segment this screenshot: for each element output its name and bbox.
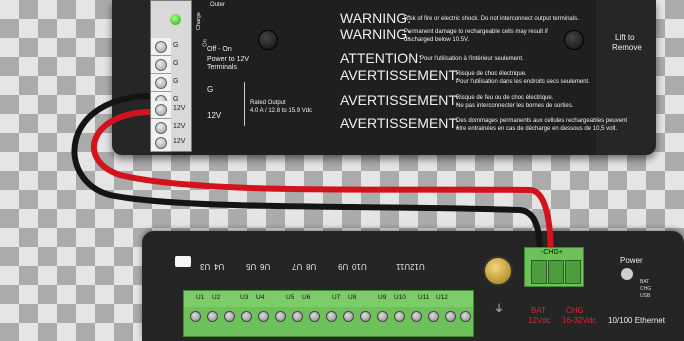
port-label: U9 [378,294,387,301]
fuse-cap [483,256,513,286]
terminal-label: G [173,60,179,67]
upper-port-label: U11 [396,262,411,271]
power-button[interactable] [621,268,633,280]
screw-icon [292,311,303,322]
black-wire [71,93,543,273]
screw-icon [460,311,471,322]
port-label: U6 [302,294,311,301]
screw-icon [377,311,388,322]
port-label: U11 [418,294,430,301]
usb-plug [175,256,191,267]
port-label: U7 [332,294,341,301]
port-label: U5 [286,294,295,301]
port-label: U1 [196,294,205,301]
terminal-cell: G [151,74,178,92]
led-usb-label: USB [640,293,651,299]
charge-led [170,14,181,25]
screw-icon [155,104,167,116]
screw-icon [155,59,167,71]
screw-icon [155,137,167,149]
port-label: U2 [212,294,221,301]
port-label: U3 [240,294,249,301]
screw-icon [309,311,320,322]
upper-port-label: U5 [246,262,257,271]
upper-port-label: U9 [338,262,349,271]
screw-icon [155,41,167,53]
upper-port-label: U7 [292,262,303,271]
screw-icon [343,311,354,322]
terminal-cell: G [151,38,178,56]
led-chg-label: CHG [640,286,652,292]
photo-scene: Outer Charge On Off - On Power to 12V Te… [0,0,684,341]
terminal-label: 12V [173,138,186,145]
chg-label: CHG [566,306,584,315]
bat-volts: 12Vdc [528,316,551,325]
screw-icon [445,311,456,322]
terminal-label: 12V [173,123,186,130]
screw-icon [360,311,371,322]
screw-icon [155,122,167,134]
charge-input-block: -CHG+ [524,247,584,287]
ground-icon: ⏚ [494,304,504,315]
power-label: Power [620,256,643,265]
upper-port-label: U4 [214,262,225,271]
upper-port-label: U3 [200,262,211,271]
upper-port-label: U8 [306,262,317,271]
chg-block-label: -CHG+ [541,249,563,256]
port-label: U12 [436,294,448,301]
bat-label: BAT [531,306,546,315]
chg-volts: 16-32Vdc [562,316,597,325]
screw-icon [258,311,269,322]
port-label: U8 [348,294,357,301]
terminal-label: 12V [173,105,186,112]
screw-icon [275,311,286,322]
screw-icon [155,77,167,89]
screw-icon [411,311,422,322]
screw-icon [241,311,252,322]
screw-icon [428,311,439,322]
screw-icon [394,311,405,322]
screw-icon [326,311,337,322]
terminal-block-bottom: U1 U2 U3 U4 U5 U6 U7 U8 U9 U10 U11 U12 [183,290,474,337]
terminal-cell: 12V [151,101,185,119]
screw-icon [224,311,235,322]
port-label: U4 [256,294,265,301]
led-bat-label: BAT [640,279,650,285]
upper-port-label: U12 [410,262,425,271]
screw-icon [207,311,218,322]
terminal-slot [531,260,547,284]
port-label: U10 [394,294,406,301]
upper-port-label: U10 [352,262,367,271]
terminal-label: G [173,78,179,85]
ethernet-label: 10/100 Ethernet [608,316,665,325]
terminal-label: G [173,42,179,49]
terminal-cell: G [151,56,178,74]
terminal-label-strip: U1 U2 U3 U4 U5 U6 U7 U8 U9 U10 U11 U12 [184,291,473,307]
terminal-slot [565,260,581,284]
upper-port-label: U6 [260,262,271,271]
screw-icon [190,311,201,322]
terminal-label: G [173,96,179,103]
terminal-cell: 12V [151,134,185,152]
terminal-slot [548,260,564,284]
